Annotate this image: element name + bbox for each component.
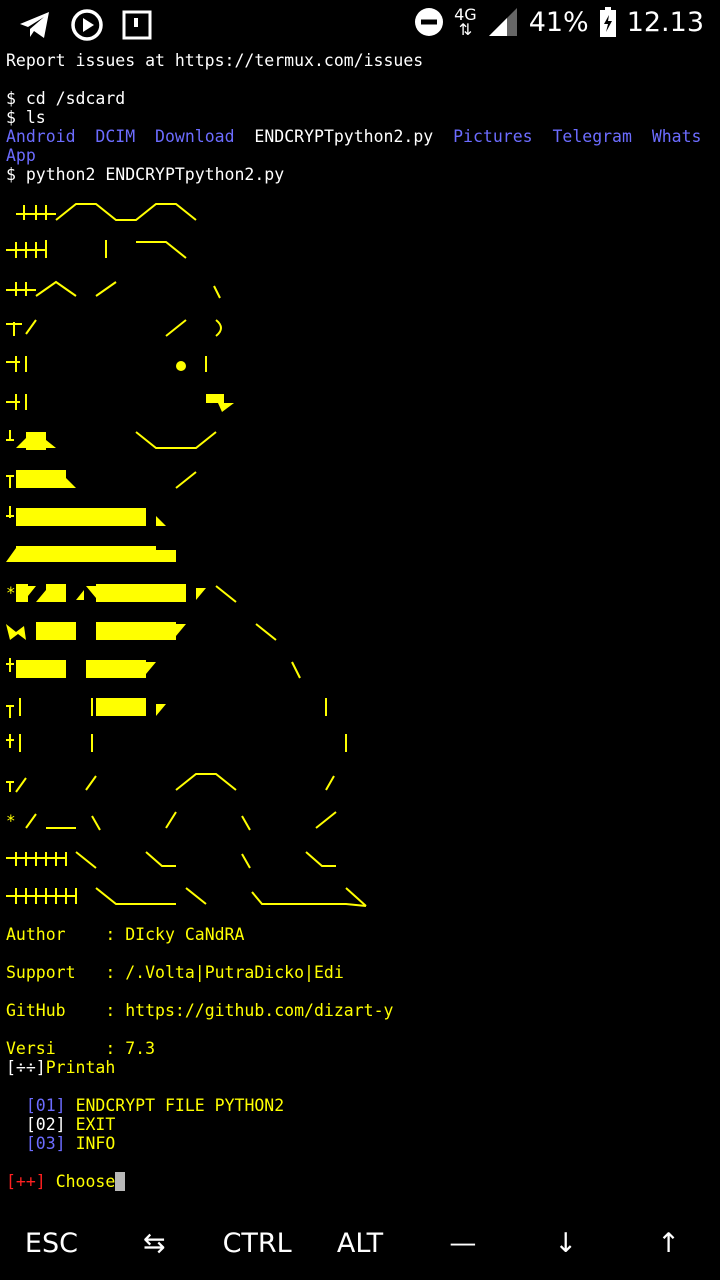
status-bar-left (18, 8, 152, 42)
command-ls: $ ls (6, 108, 46, 127)
menu-item: [03] INFO (6, 1134, 115, 1153)
dir-android: Android (6, 127, 76, 146)
arrow-up-key[interactable]: ↑ (617, 1212, 720, 1276)
prompt-prefix: [++] (6, 1172, 46, 1191)
input-prompt[interactable]: [++] Choose: (6, 1172, 126, 1191)
versi-line: Versi : 7.3 (6, 1039, 155, 1058)
alt-key[interactable]: ALT (309, 1212, 412, 1276)
github-value: https://github.com/dizart-y (125, 1001, 394, 1020)
arrow-down-key[interactable]: ↓ (514, 1212, 617, 1276)
command-python: $ python2 ENDCRYPTpython2.py (6, 165, 285, 184)
play-icon (71, 9, 103, 41)
dir-pictures: Pictures (453, 127, 533, 146)
dash-key[interactable]: — (411, 1212, 514, 1276)
ctrl-key[interactable]: CTRL (206, 1212, 309, 1276)
author-label: Author : (6, 925, 116, 944)
terminal-cursor: : (115, 1172, 126, 1191)
file-endcrypt: ENDCRYPTpython2.py (254, 127, 434, 146)
data-arrows-icon: ⇅ (458, 20, 473, 39)
status-bar: 4G ⇅ 41% 12.13 (0, 0, 720, 50)
command-cd: $ cd /sdcard (6, 89, 126, 108)
menu-item-label: INFO (75, 1134, 116, 1153)
versi-label: Versi : (6, 1039, 116, 1058)
support-value: /.Volta|PutraDicko|Edi (125, 963, 344, 982)
menu-item-label: EXIT (75, 1115, 116, 1134)
menu-item-number: [01] (25, 1096, 66, 1115)
dnd-icon (415, 8, 444, 36)
dir-telegram: Telegram (552, 127, 632, 146)
dir-whats: Whats (651, 127, 702, 146)
report-line: Report issues at https://termux.com/issu… (6, 51, 424, 70)
dir-whatsapp-wrap: App (6, 146, 36, 165)
prompt-label: Choose (55, 1172, 116, 1191)
dir-dcim: DCIM (95, 127, 136, 146)
extra-keys-bar: ESC ⇆ CTRL ALT — ↓ ↑ (0, 1212, 720, 1276)
battery-percent: 41% (528, 6, 589, 38)
support-label: Support : (6, 963, 116, 982)
menu-item-label: ENDCRYPT FILE PYTHON2 (75, 1096, 285, 1115)
author-value: DIcky CaNdRA (125, 925, 245, 944)
versi-value: 7.3 (125, 1039, 156, 1058)
clock: 12.13 (626, 6, 704, 38)
svg-text:*: * (6, 811, 16, 830)
status-bar-right: 4G ⇅ 41% 12.13 (414, 6, 704, 38)
menu-item: [01] ENDCRYPT FILE PYTHON2 (6, 1096, 284, 1115)
battery-icon (599, 7, 616, 37)
menu-item-number: [03] (25, 1134, 66, 1153)
ascii-art-banner: * * (6, 203, 367, 907)
svg-text:*: * (6, 583, 16, 602)
ls-output: Android DCIM Download ENDCRYPTpython2.py… (6, 127, 701, 146)
menu-header-label: Printah (45, 1058, 116, 1077)
tab-key[interactable]: ⇆ (103, 1212, 206, 1276)
support-line: Support : /.Volta|PutraDicko|Edi (6, 963, 344, 982)
menu-header-bracket: [÷÷] (6, 1058, 46, 1077)
screenshot-icon (122, 10, 152, 40)
telegram-icon (20, 12, 49, 38)
github-label: GitHub : (6, 1001, 116, 1020)
github-line: GitHub : https://github.com/dizart-y (6, 1001, 393, 1020)
ascii-art-fill: * * (6, 203, 367, 907)
author-line: Author : DIcky CaNdRA (6, 925, 244, 944)
signal-icon (488, 8, 517, 36)
dir-download: Download (155, 127, 235, 146)
menu-item-number: [02] (25, 1115, 66, 1134)
network-indicator: 4G ⇅ (454, 7, 477, 39)
menu-item: [02] EXIT (6, 1115, 115, 1134)
menu-header: [÷÷]Printah (6, 1058, 115, 1077)
esc-key[interactable]: ESC (0, 1212, 103, 1276)
